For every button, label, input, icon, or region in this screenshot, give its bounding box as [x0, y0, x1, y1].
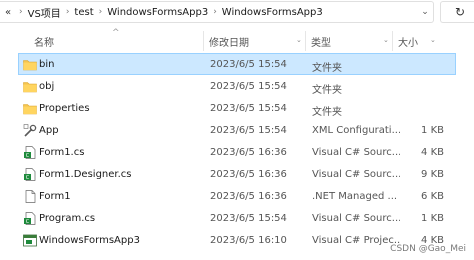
- column-divider[interactable]: [203, 31, 204, 51]
- column-header-size[interactable]: 大小: [398, 34, 418, 49]
- file-type: Visual C# Sourc...: [312, 169, 400, 180]
- file-name: Form1: [39, 191, 71, 202]
- breadcrumb-separator-icon: ›: [65, 7, 70, 17]
- file-name: Program.cs: [39, 213, 96, 224]
- file-date: 2023/6/5 16:36: [210, 169, 287, 180]
- file-row-bin[interactable]: bin 2023/6/5 15:54 文件夹: [18, 53, 456, 75]
- breadcrumb-separator-icon: ›: [19, 7, 23, 17]
- folder-icon: [23, 60, 37, 71]
- breadcrumb-item-vs-project[interactable]: VS项目: [28, 5, 61, 20]
- file-name: Form1.Designer.cs: [39, 169, 132, 180]
- breadcrumb-item-test[interactable]: test: [74, 7, 93, 18]
- file-type: Visual C# Projec...: [312, 235, 400, 246]
- chevron-down-icon[interactable]: ⌄: [296, 36, 302, 44]
- file-date: 2023/6/5 15:54: [210, 213, 287, 224]
- file-list: bin 2023/6/5 15:54 文件夹 obj 2023/6/5 15:5…: [18, 53, 456, 251]
- svg-text:C: C: [26, 153, 30, 159]
- file-size: 1 KB: [421, 213, 444, 224]
- file-date: 2023/6/5 15:54: [210, 125, 287, 136]
- file-row-obj[interactable]: obj 2023/6/5 15:54 文件夹: [18, 75, 456, 97]
- column-divider[interactable]: [392, 31, 393, 51]
- csharp-file-icon: C: [24, 212, 36, 225]
- file-date: 2023/6/5 16:36: [210, 191, 287, 202]
- file-row-form1-resx[interactable]: Form1 2023/6/5 16:36 .NET Managed ... 6 …: [18, 185, 456, 207]
- file-size: 6 KB: [421, 191, 444, 202]
- breadcrumb-overflow-button[interactable]: «: [2, 7, 14, 18]
- refresh-button[interactable]: ↻: [440, 1, 474, 23]
- svg-text:C: C: [26, 175, 30, 181]
- svg-text:C: C: [26, 219, 30, 225]
- address-bar: « › VS项目 › test › WindowsFormsApp3 › Win…: [0, 0, 474, 24]
- breadcrumb-item-project[interactable]: WindowsFormsApp3: [222, 7, 323, 18]
- file-row-form1-designer-cs[interactable]: C Form1.Designer.cs 2023/6/5 16:36 Visua…: [18, 163, 456, 185]
- file-name: Properties: [39, 103, 90, 114]
- file-name: WindowsFormsApp3: [39, 235, 140, 246]
- sort-ascending-icon: ^: [112, 28, 120, 38]
- column-header-date[interactable]: 修改日期: [209, 34, 249, 49]
- chevron-down-icon[interactable]: ⌄: [430, 36, 436, 44]
- breadcrumb-separator-icon: ›: [98, 7, 103, 17]
- file-row-app-config[interactable]: App 2023/6/5 15:54 XML Configurati... 1 …: [18, 119, 456, 141]
- file-name: bin: [39, 59, 55, 70]
- refresh-icon: ↻: [455, 5, 466, 19]
- breadcrumb-item-solution[interactable]: WindowsFormsApp3: [107, 7, 208, 18]
- file-date: 2023/6/5 16:10: [210, 235, 287, 246]
- file-row-program-cs[interactable]: C Program.cs 2023/6/5 15:54 Visual C# So…: [18, 207, 456, 229]
- file-date: 2023/6/5 15:54: [210, 81, 287, 92]
- file-type: 文件夹: [312, 85, 342, 96]
- column-divider[interactable]: [305, 31, 306, 51]
- file-row-properties[interactable]: Properties 2023/6/5 15:54 文件夹: [18, 97, 456, 119]
- csharp-file-icon: C: [24, 146, 36, 159]
- file-date: 2023/6/5 15:54: [210, 103, 287, 114]
- file-name: obj: [39, 81, 55, 92]
- csproj-file-icon: [23, 234, 37, 247]
- file-row-form1-cs[interactable]: C Form1.cs 2023/6/5 16:36 Visual C# Sour…: [18, 141, 456, 163]
- file-date: 2023/6/5 16:36: [210, 147, 287, 158]
- file-size: 1 KB: [421, 125, 444, 136]
- breadcrumb[interactable]: « › VS项目 › test › WindowsFormsApp3 › Win…: [0, 1, 434, 23]
- breadcrumb-separator-icon: ›: [213, 7, 217, 17]
- resx-file-icon: [25, 190, 36, 203]
- config-file-icon: [23, 124, 37, 137]
- file-date: 2023/6/5 15:54: [210, 59, 287, 70]
- csharp-file-icon: C: [24, 168, 36, 181]
- file-name: Form1.cs: [39, 147, 85, 158]
- column-header-type[interactable]: 类型: [311, 34, 331, 49]
- watermark: CSDN @Gao_Mei: [390, 244, 466, 254]
- folder-icon: [23, 82, 37, 93]
- file-type: .NET Managed ...: [312, 191, 398, 202]
- chevron-down-icon[interactable]: ⌄: [383, 36, 389, 44]
- file-type: 文件夹: [312, 63, 342, 74]
- file-type: XML Configurati...: [312, 125, 400, 136]
- folder-icon: [23, 104, 37, 115]
- file-size: 4 KB: [421, 147, 444, 158]
- column-header-name[interactable]: 名称: [34, 34, 54, 49]
- file-type: 文件夹: [312, 107, 342, 118]
- address-dropdown-icon[interactable]: ⌄: [417, 7, 433, 17]
- column-header: ^ 名称 修改日期 ⌄ 类型 ⌄ 大小 ⌄: [0, 28, 474, 54]
- file-type: Visual C# Sourc...: [312, 213, 400, 224]
- file-type: Visual C# Sourc...: [312, 147, 400, 158]
- file-size: 9 KB: [421, 169, 444, 180]
- file-name: App: [39, 125, 59, 136]
